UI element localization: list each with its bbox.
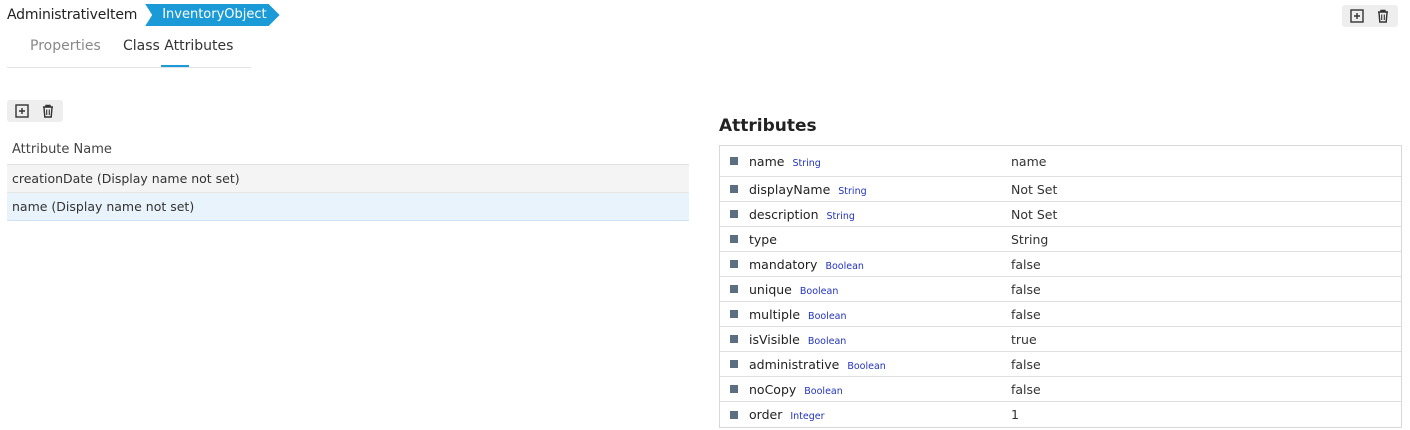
property-row[interactable]: displayName String Not Set bbox=[720, 177, 1401, 202]
property-row[interactable]: unique Boolean false bbox=[720, 277, 1401, 302]
bullet-icon bbox=[730, 335, 738, 343]
property-type: String bbox=[838, 185, 867, 197]
property-row[interactable]: multiple Boolean false bbox=[720, 302, 1401, 327]
delete-attribute-button[interactable] bbox=[37, 102, 59, 120]
property-row[interactable]: type String bbox=[720, 227, 1401, 252]
property-name: administrative bbox=[749, 356, 840, 372]
property-value[interactable]: String bbox=[1011, 232, 1048, 247]
property-name: unique bbox=[749, 281, 792, 297]
property-type: Boolean bbox=[825, 260, 864, 272]
property-name: noCopy bbox=[749, 381, 797, 397]
tab-class-attributes[interactable]: Class Attributes bbox=[123, 38, 233, 54]
bullet-icon bbox=[730, 157, 738, 165]
property-value[interactable]: true bbox=[1011, 332, 1037, 347]
property-value[interactable]: name bbox=[1011, 154, 1046, 169]
attribute-list: Attribute Name creationDate (Display nam… bbox=[7, 138, 689, 221]
trash-icon bbox=[43, 104, 53, 118]
property-name: multiple bbox=[749, 306, 801, 322]
bullet-icon bbox=[730, 310, 738, 318]
bullet-icon bbox=[730, 185, 738, 193]
tab-bar: Properties Class Attributes bbox=[7, 36, 251, 68]
parent-class-badge[interactable]: InventoryObject bbox=[145, 4, 279, 26]
active-tab-indicator bbox=[161, 65, 189, 67]
bullet-icon bbox=[730, 285, 738, 293]
property-type: Integer bbox=[790, 411, 825, 422]
trash-icon bbox=[1378, 9, 1388, 23]
property-row[interactable]: mandatory Boolean false bbox=[720, 252, 1401, 277]
property-value[interactable]: Not Set bbox=[1011, 207, 1057, 222]
bullet-icon bbox=[730, 360, 738, 368]
property-type: Boolean bbox=[808, 310, 847, 322]
table-row[interactable]: creationDate (Display name not set) bbox=[7, 165, 689, 193]
property-name: mandatory bbox=[749, 256, 818, 272]
attribute-toolbar bbox=[7, 100, 63, 122]
property-value[interactable]: false bbox=[1011, 382, 1041, 397]
property-type: String bbox=[826, 210, 855, 222]
tab-properties[interactable]: Properties bbox=[30, 38, 101, 54]
add-attribute-button[interactable] bbox=[11, 102, 33, 120]
property-value[interactable]: false bbox=[1011, 357, 1041, 372]
property-value[interactable]: Not Set bbox=[1011, 182, 1057, 197]
property-name: name bbox=[749, 153, 785, 169]
property-row[interactable]: order Integer 1 bbox=[720, 402, 1401, 427]
property-row[interactable]: description String Not Set bbox=[720, 202, 1401, 227]
add-box-icon bbox=[15, 104, 29, 118]
class-name: AdministrativeItem bbox=[7, 7, 138, 23]
bullet-icon bbox=[730, 410, 738, 419]
property-value[interactable]: false bbox=[1011, 307, 1041, 322]
property-row[interactable]: name String name bbox=[720, 146, 1401, 177]
property-type: Boolean bbox=[804, 385, 843, 397]
column-header-attribute-name[interactable]: Attribute Name bbox=[7, 138, 689, 165]
property-name: type bbox=[749, 231, 777, 247]
property-type: Boolean bbox=[799, 285, 839, 297]
property-row[interactable]: noCopy Boolean false bbox=[720, 377, 1401, 402]
property-type: Boolean bbox=[847, 360, 886, 372]
property-value[interactable]: false bbox=[1011, 257, 1041, 272]
property-value[interactable]: 1 bbox=[1011, 407, 1019, 422]
property-name: order bbox=[749, 407, 783, 422]
property-name: displayName bbox=[749, 181, 831, 197]
add-class-button[interactable] bbox=[1346, 7, 1368, 25]
add-box-icon bbox=[1350, 9, 1364, 23]
property-value[interactable]: false bbox=[1011, 282, 1041, 297]
property-name: isVisible bbox=[749, 331, 800, 347]
bullet-icon bbox=[730, 210, 738, 218]
attribute-properties: name String name displayName String Not Se… bbox=[719, 145, 1402, 428]
property-type: Boolean bbox=[807, 335, 847, 347]
bullet-icon bbox=[730, 235, 738, 243]
table-row[interactable]: name (Display name not set) bbox=[7, 193, 689, 221]
attributes-title: Attributes bbox=[719, 116, 817, 136]
bullet-icon bbox=[730, 385, 738, 393]
bullet-icon bbox=[730, 260, 738, 268]
class-toolbar bbox=[1342, 5, 1398, 27]
property-name: description bbox=[749, 206, 819, 222]
property-row[interactable]: isVisible Boolean true bbox=[720, 327, 1401, 352]
property-type: String bbox=[792, 157, 821, 169]
delete-class-button[interactable] bbox=[1372, 7, 1394, 25]
class-header: AdministrativeItem InventoryObject bbox=[7, 4, 280, 26]
property-row[interactable]: administrative Boolean false bbox=[720, 352, 1401, 377]
